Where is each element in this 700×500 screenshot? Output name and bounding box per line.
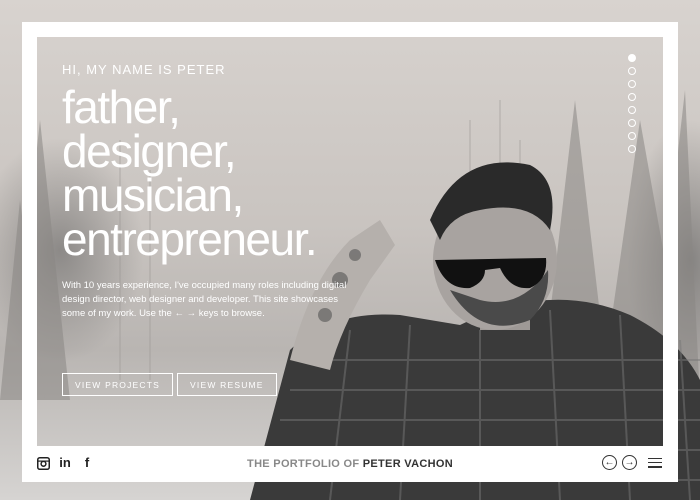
slide-dot-1[interactable] [628, 54, 636, 62]
slide-dot-2[interactable] [628, 67, 636, 75]
prev-arrow-icon[interactable]: ← [602, 455, 617, 470]
next-arrow-icon[interactable]: → [622, 455, 637, 470]
slide-dot-7[interactable] [628, 132, 636, 140]
slide-dot-8[interactable] [628, 145, 636, 153]
slide-dot-3[interactable] [628, 80, 636, 88]
nav-controls: ← → [602, 455, 662, 470]
portfolio-title: THE PORTFOLIO OF PETER VACHON [0, 458, 700, 470]
white-frame [22, 22, 678, 478]
hamburger-menu-icon[interactable] [648, 457, 662, 468]
slide-pagination [628, 54, 636, 153]
slide-dot-6[interactable] [628, 119, 636, 127]
portfolio-title-lead: THE PORTFOLIO OF [247, 458, 360, 470]
slide-dot-4[interactable] [628, 93, 636, 101]
slide-dot-5[interactable] [628, 106, 636, 114]
portfolio-page: HI, MY NAME IS PETER father, designer, m… [0, 0, 700, 500]
portfolio-title-name: PETER VACHON [362, 458, 453, 470]
